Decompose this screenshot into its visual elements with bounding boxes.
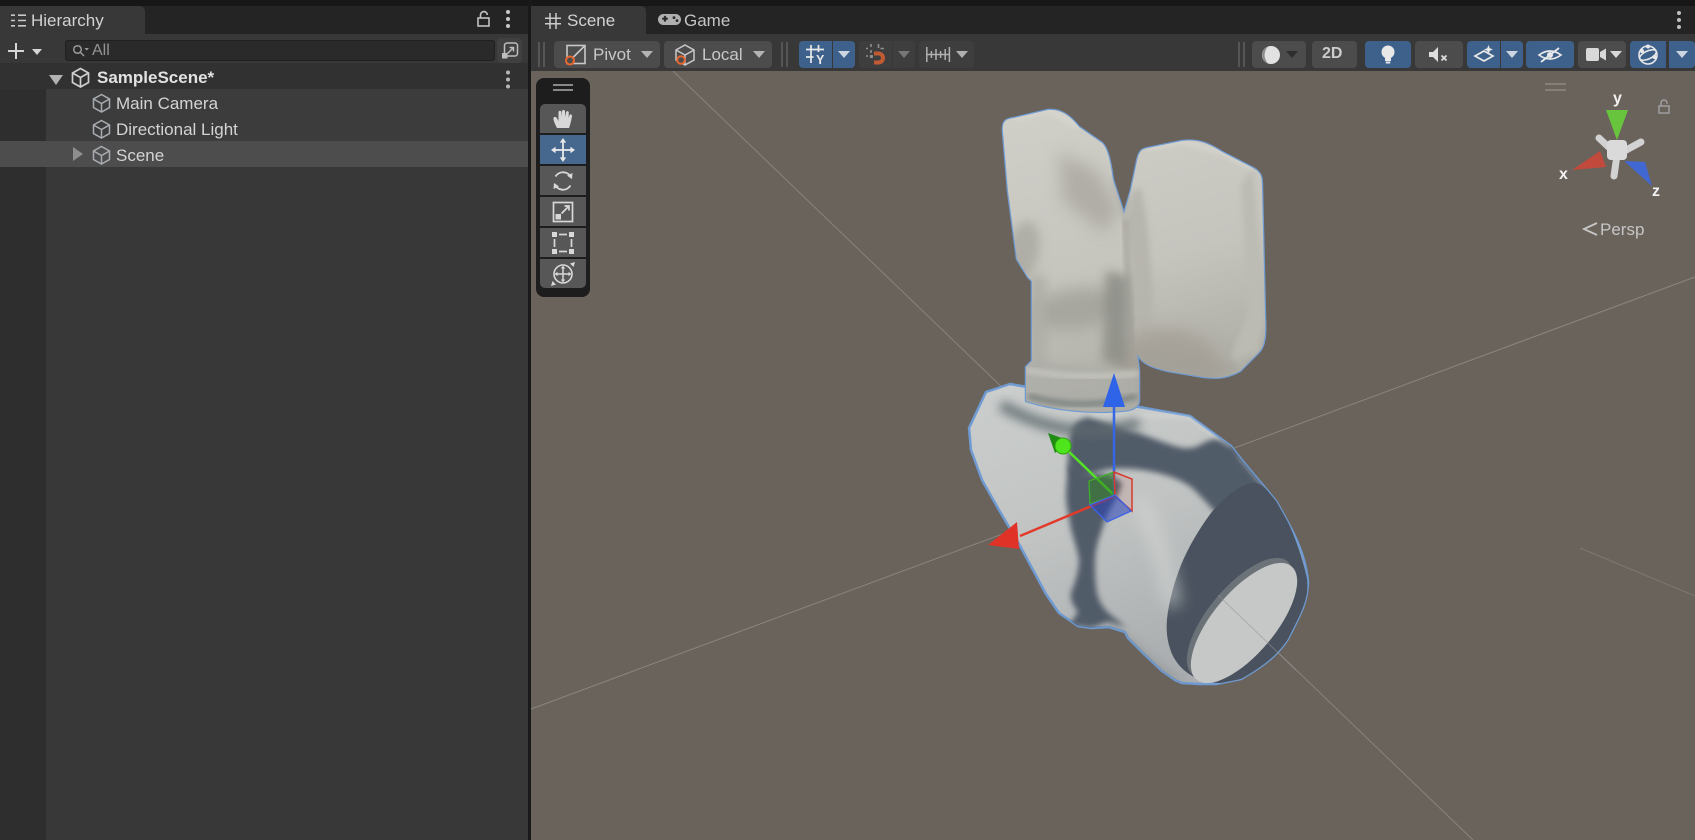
svg-text:Y: Y bbox=[816, 53, 825, 65]
svg-text:x: x bbox=[1559, 166, 1568, 183]
svg-text:z: z bbox=[1652, 183, 1660, 200]
svg-text:Persp: Persp bbox=[1600, 220, 1644, 239]
svg-text:y: y bbox=[1613, 90, 1622, 107]
